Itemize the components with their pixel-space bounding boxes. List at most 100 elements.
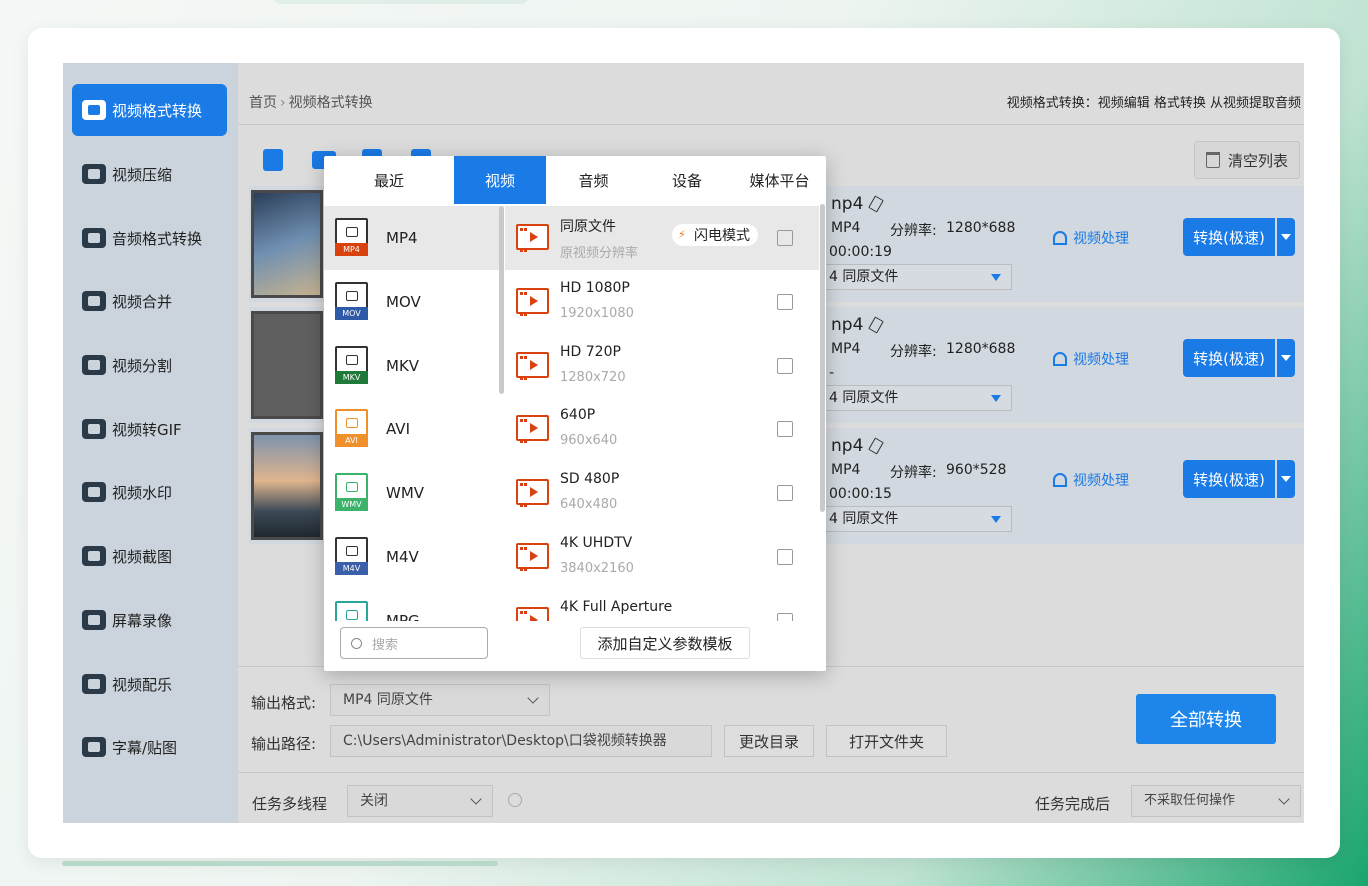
sidebar-item-video-compress[interactable]: 视频压缩 [72, 148, 227, 200]
format-item-wmv[interactable]: WMV WMV [324, 461, 500, 525]
breadcrumb-home[interactable]: 首页 [249, 95, 277, 111]
clear-list-button[interactable]: 清空列表 [1194, 141, 1300, 179]
format-item-m4v[interactable]: M4V M4V [324, 525, 500, 589]
preset-item[interactable]: 同原文件 原视频分辨率 ⚡ 闪电模式 [505, 206, 819, 270]
resolution-value: 1280*688 [946, 220, 1016, 236]
convert-options-button[interactable] [1277, 460, 1295, 498]
edit-icon[interactable] [777, 358, 793, 374]
sidebar-item-screen-record[interactable]: 屏幕录像 [72, 594, 227, 646]
video-thumbnail[interactable] [251, 432, 323, 540]
preset-item[interactable]: SD 480P 640x480 [505, 461, 819, 525]
file-format: MP4 [831, 220, 861, 236]
sidebar-item-video-screenshot[interactable]: 视频截图 [72, 530, 227, 582]
video-process-link[interactable]: 视频处理 [1053, 228, 1129, 248]
scissors-icon [1053, 473, 1067, 487]
output-path-field[interactable]: C:\Users\Administrator\Desktop\口袋视频转换器 [330, 725, 712, 757]
output-path-label: 输出路径: [251, 735, 317, 753]
preset-item[interactable]: HD 720P 1280x720 [505, 334, 819, 398]
after-done-label: 任务完成后 [1035, 795, 1111, 813]
sidebar-item-video-merge[interactable]: 视频合并 [72, 275, 227, 327]
video-music-icon [82, 674, 106, 694]
video-screenshot-icon [82, 546, 106, 566]
format-tabs: 最近 视频 音频 设备 媒体平台 [324, 156, 826, 204]
edit-icon[interactable] [777, 613, 793, 621]
wmv-file-icon: WMV [335, 473, 368, 511]
convert-button[interactable]: 转换(极速) [1183, 339, 1275, 377]
edit-icon[interactable] [777, 485, 793, 501]
add-file-icon[interactable] [263, 149, 283, 171]
after-done-select[interactable]: 不采取任何操作 [1131, 785, 1301, 817]
divider [238, 772, 1304, 773]
format-search-input[interactable]: 搜索 [340, 627, 488, 659]
film-icon [516, 224, 549, 252]
convert-button[interactable]: 转换(极速) [1183, 460, 1275, 498]
convert-options-button[interactable] [1277, 218, 1295, 256]
clear-list-label: 清空列表 [1227, 151, 1288, 170]
multithread-select[interactable]: 关闭 [347, 785, 493, 817]
scissors-icon [1053, 231, 1067, 245]
video-thumbnail[interactable] [251, 311, 323, 419]
tab-video[interactable]: 视频 [454, 156, 546, 204]
info-icon[interactable] [508, 793, 522, 807]
video-process-link[interactable]: 视频处理 [1053, 470, 1129, 490]
format-item-mp4[interactable]: MP4 MP4 [324, 206, 500, 270]
rename-pencil-icon[interactable] [868, 437, 885, 455]
format-item-mkv[interactable]: MKV MKV [324, 334, 500, 398]
multithread-label: 任务多线程 [252, 795, 328, 813]
sidebar-item-label: 视频水印 [112, 483, 173, 502]
video-merge-icon [82, 291, 106, 311]
preset-list-scrollbar[interactable] [820, 204, 825, 512]
edit-icon[interactable] [777, 230, 793, 246]
bottom-panel: 输出格式: MP4 同原文件 输出路径: C:\Users\Administra… [238, 666, 1304, 823]
convert-button[interactable]: 转换(极速) [1183, 218, 1275, 256]
file-format: MP4 [831, 462, 861, 478]
resolution-label: 分辨率: [890, 465, 937, 481]
format-list-scrollbar[interactable] [499, 206, 504, 394]
chevron-down-icon [1278, 793, 1290, 805]
sidebar-item-video-watermark[interactable]: 视频水印 [72, 466, 227, 518]
convert-button-group: 转换(极速) [1183, 218, 1295, 256]
edit-icon[interactable] [777, 421, 793, 437]
format-item-mov[interactable]: MOV MOV [324, 270, 500, 334]
tab-device[interactable]: 设备 [641, 156, 733, 204]
tab-media-platform[interactable]: 媒体平台 [733, 156, 826, 204]
sidebar-item-video-music[interactable]: 视频配乐 [72, 658, 227, 710]
video-convert-icon [82, 100, 106, 120]
mp4-file-icon: MP4 [335, 218, 368, 256]
rename-pencil-icon[interactable] [868, 316, 885, 334]
output-format-select[interactable]: MP4 同原文件 [330, 684, 550, 716]
sidebar-item-subtitle[interactable]: 字幕/贴图 [72, 721, 227, 773]
preset-item[interactable]: 640P 960x640 [505, 397, 819, 461]
sidebar-item-video-convert[interactable]: 视频格式转换 [72, 84, 227, 136]
preset-item[interactable]: 4K UHDTV 3840x2160 [505, 525, 819, 589]
preset-item[interactable]: 4K Full Aperture [505, 589, 819, 621]
video-process-link[interactable]: 视频处理 [1053, 349, 1129, 369]
sidebar-item-video-split[interactable]: 视频分割 [72, 339, 227, 391]
rename-pencil-icon[interactable] [868, 195, 885, 213]
film-icon [516, 479, 549, 507]
output-format-select[interactable]: 4 同原文件 [818, 506, 1012, 532]
format-list: MP4 MP4 MOV MOV MKV MKV AVI AVI WMV WMV … [324, 204, 500, 621]
preset-item[interactable]: HD 1080P 1920x1080 [505, 270, 819, 334]
format-item-avi[interactable]: AVI AVI [324, 397, 500, 461]
change-directory-button[interactable]: 更改目录 [724, 725, 814, 757]
sidebar-item-audio-convert[interactable]: 音频格式转换 [72, 212, 227, 264]
output-format-select[interactable]: 4 同原文件 [818, 385, 1012, 411]
sidebar-item-video-gif[interactable]: 视频转GIF [72, 403, 227, 455]
add-custom-template-button[interactable]: 添加自定义参数模板 [580, 627, 750, 659]
search-icon [351, 637, 362, 649]
output-format-select[interactable]: 4 同原文件 [818, 264, 1012, 290]
format-item-mpg[interactable]: MPG [324, 589, 500, 621]
resolution-value: 960*528 [946, 462, 1007, 478]
tab-audio[interactable]: 音频 [546, 156, 641, 204]
edit-icon[interactable] [777, 294, 793, 310]
convert-all-button[interactable]: 全部转换 [1136, 694, 1276, 744]
edit-icon[interactable] [777, 549, 793, 565]
dropdown-arrow-icon [991, 516, 1001, 523]
tab-recent[interactable]: 最近 [324, 156, 454, 204]
open-folder-button[interactable]: 打开文件夹 [826, 725, 947, 757]
convert-options-button[interactable] [1277, 339, 1295, 377]
film-icon [516, 543, 549, 571]
mov-file-icon: MOV [335, 282, 368, 320]
video-thumbnail[interactable] [251, 190, 323, 298]
